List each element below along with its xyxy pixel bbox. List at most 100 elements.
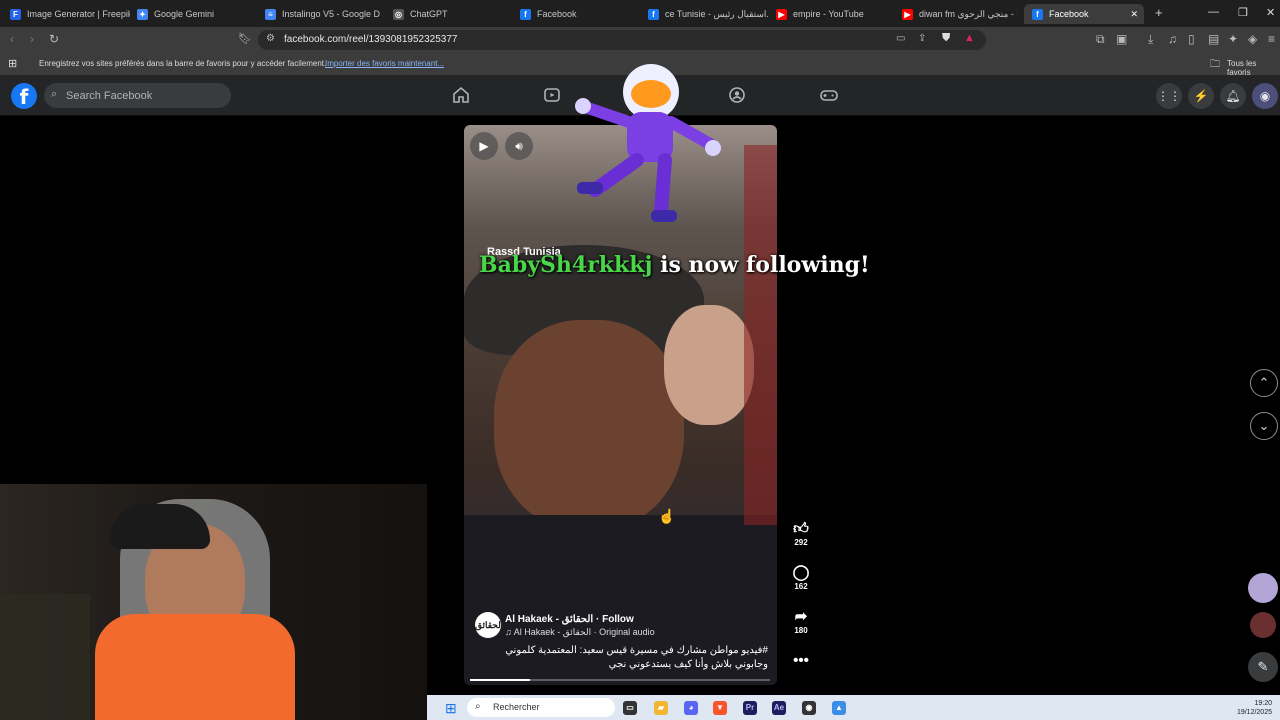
bookmark-icon[interactable]: 🔖︎	[238, 32, 252, 45]
minimize-button[interactable]: —	[1208, 6, 1219, 18]
sidebar-icon[interactable]: ▯	[1188, 32, 1195, 46]
tab-2[interactable]: ✦ Google Gemini	[137, 4, 255, 24]
reload-icon[interactable]: ↻	[49, 32, 59, 46]
start-button-icon[interactable]: ⊞	[445, 700, 457, 717]
astronaut-sticker	[575, 64, 721, 222]
search-icon: ⌕	[51, 88, 58, 100]
groups-icon[interactable]	[727, 85, 747, 105]
tab-title: Image Generator | Freepik	[27, 9, 130, 19]
like-button[interactable]: 👍︎ 292	[786, 520, 816, 547]
browser-toolbar: ‹ › ↻ 🔖︎ ⚙ facebook.com/reel/13930819523…	[0, 27, 1280, 53]
menu-grid-icon[interactable]: ⋮⋮	[1156, 83, 1182, 109]
facebook-logo[interactable]: f	[11, 83, 37, 109]
premiere-icon[interactable]: Pr	[743, 701, 757, 715]
discord-icon[interactable]: ◕	[684, 701, 698, 715]
reel-caption: #فيديو مواطن مشارك في مسيرة قيس سعيد: ال…	[505, 645, 768, 670]
tab-title: ChatGPT	[410, 9, 448, 19]
video-progress-fill	[470, 679, 530, 681]
brave-icon[interactable]: ▼	[713, 701, 727, 715]
new-tab-button[interactable]: +	[1155, 5, 1163, 20]
comment-icon: ◯	[792, 564, 810, 581]
after-effects-icon[interactable]: Ae	[772, 701, 786, 715]
vpn-icon[interactable]: ◈	[1248, 32, 1257, 46]
clock-date: 19/12/2025	[1236, 709, 1272, 716]
menu-icon[interactable]: ≡	[1268, 32, 1275, 46]
tab-5[interactable]: f Facebook	[520, 4, 635, 24]
brave-shield-icon[interactable]: ⛊	[942, 32, 950, 45]
contact-avatar[interactable]	[1248, 573, 1278, 603]
media-icon[interactable]: ♫	[1168, 32, 1177, 46]
home-icon[interactable]	[451, 85, 471, 105]
tab-favicon-icon: F	[10, 8, 21, 20]
audio-info[interactable]: ♫ Al Hakaek - الحقائق · Original audio	[505, 627, 655, 638]
site-info-icon[interactable]: ⚙	[266, 33, 275, 44]
leo-icon[interactable]: ▤	[1208, 32, 1219, 46]
follow-alert: BabySh4rkkkj is now following!	[479, 252, 870, 278]
share-button[interactable]: ➦ 180	[786, 608, 816, 635]
tab-title: diwan fm منجي الرحوي - Y	[919, 8, 1017, 19]
share-icon[interactable]: ⇪	[918, 33, 926, 44]
tab-4[interactable]: ◎ ChatGPT	[393, 4, 508, 24]
wallet-icon[interactable]: ▣	[1116, 32, 1127, 46]
taskbar-clock[interactable]: 19:20 19/12/2025	[1237, 699, 1272, 717]
tab-7[interactable]: ▶ empire - YouTube	[776, 4, 894, 24]
url-text: facebook.com/reel/1393081952325377	[284, 34, 458, 45]
ai-icon[interactable]: ✦	[1228, 32, 1238, 46]
maximize-button[interactable]: ❐	[1238, 6, 1248, 19]
share-count: 180	[794, 626, 808, 635]
reels-icon[interactable]	[542, 85, 562, 105]
share-arrow-icon: ➦	[794, 608, 808, 625]
forward-icon[interactable]: ›	[30, 32, 34, 46]
author-avatar[interactable]: الحقائق	[475, 612, 503, 638]
messenger-icon[interactable]: ⚡	[1188, 83, 1214, 109]
close-window-button[interactable]: ✕	[1266, 6, 1275, 19]
address-bar[interactable]: ⚙ facebook.com/reel/1393081952325377 ▭ ⇪…	[258, 30, 986, 50]
next-reel-button[interactable]: ⌄	[1250, 412, 1278, 440]
tab-close-icon[interactable]: ✕	[1130, 9, 1138, 20]
webcam-overlay	[0, 484, 427, 720]
tab-favicon-icon: ✦	[137, 8, 148, 20]
tab-3[interactable]: ≡ Instalingo V5 - Google Do	[265, 4, 380, 24]
tab-favicon-icon: f	[520, 8, 531, 20]
previous-reel-button[interactable]: ⌃	[1250, 369, 1278, 397]
apps-grid-icon[interactable]: ⊞	[8, 57, 17, 70]
taskbar-search-icon: ⌕	[475, 701, 481, 712]
facebook-search-field[interactable]: ⌕ Search Facebook	[44, 83, 231, 108]
comment-button[interactable]: ◯ 162	[786, 564, 816, 591]
tab-title: Instalingo V5 - Google Do	[282, 9, 380, 19]
tab-title: Facebook	[1049, 9, 1089, 19]
task-view-icon[interactable]: ▭	[623, 701, 637, 715]
folder-icon: 🗀︎	[1210, 59, 1220, 70]
gaming-icon[interactable]	[819, 85, 839, 105]
video-progress-bar[interactable]	[470, 679, 770, 681]
back-icon[interactable]: ‹	[10, 32, 14, 46]
import-bookmarks-link[interactable]: Importer des favoris maintenant...	[325, 59, 444, 68]
play-button[interactable]: ▶	[470, 132, 498, 160]
brave-rewards-icon[interactable]: ▲	[964, 32, 975, 44]
tab-6[interactable]: f ce Tunisie - استقبال رئيس...	[648, 4, 768, 24]
volume-button[interactable]: 🔊︎	[505, 132, 533, 160]
tab-1[interactable]: F Image Generator | Freepik	[10, 4, 130, 24]
profile-avatar[interactable]: ◉	[1252, 83, 1278, 109]
author-name[interactable]: Al Hakaek - الحقائق · Follow	[505, 614, 634, 625]
new-message-icon[interactable]: ✎	[1248, 652, 1278, 682]
obs-icon[interactable]: ◉	[802, 701, 816, 715]
file-explorer-icon[interactable]: ▰	[654, 701, 668, 715]
tab-title: Google Gemini	[154, 9, 215, 19]
contact-avatar-2[interactable]	[1250, 612, 1276, 638]
tab-title: ce Tunisie - استقبال رئيس...	[665, 8, 768, 19]
download-icon[interactable]: ⤓	[1148, 32, 1153, 47]
tab-favicon-icon: ▶	[776, 8, 787, 20]
cast-icon[interactable]: ▭	[896, 33, 905, 44]
more-options-button[interactable]: •••	[786, 652, 816, 670]
taskbar-search[interactable]: ⌕ Rechercher	[467, 698, 615, 717]
tab-8[interactable]: ▶ diwan fm منجي الرحوي - Y	[902, 4, 1017, 24]
windows-taskbar: ⊞ ⌕ Rechercher ▭ ▰ ◕ ▼ Pr Ae ◉ ▲ 19:20 19…	[427, 695, 1280, 720]
extensions-icon[interactable]: ⧉	[1096, 32, 1105, 47]
photos-icon[interactable]: ▲	[832, 701, 846, 715]
notifications-icon[interactable]: 🔔︎	[1220, 83, 1246, 109]
tab-9[interactable]: f Facebook ✕	[1024, 4, 1144, 24]
like-count: 292	[794, 538, 808, 547]
browser-tab-strip: F Image Generator | Freepik ✦ Google Gemini…	[0, 0, 1280, 27]
bookmarks-message: Enregistrez vos sites préférés dans la b…	[39, 59, 327, 68]
